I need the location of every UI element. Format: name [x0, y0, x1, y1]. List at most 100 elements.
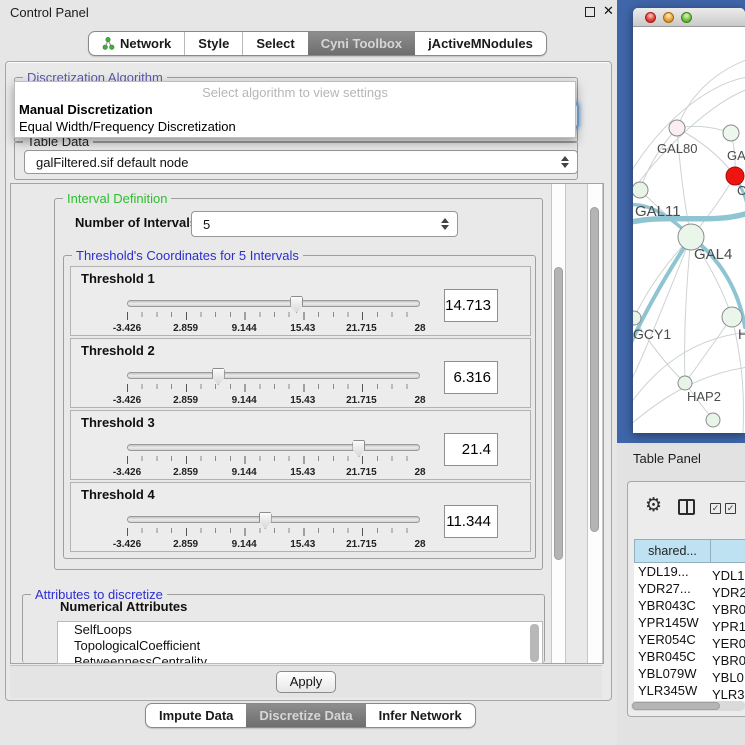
table-data-group: Table Data galFiltered.sif default node [14, 141, 578, 180]
dropdown-option-manual[interactable]: Manual Discretization [15, 101, 575, 118]
threshold-slider[interactable]: -3.4262.8599.14415.4321.71528 [127, 297, 420, 337]
slider-ticks [127, 312, 421, 320]
threshold-value-field[interactable]: 11.344 [444, 505, 498, 538]
threshold-value-field[interactable]: 14.713 [444, 289, 498, 322]
tab-style[interactable]: Style [184, 32, 242, 55]
dropdown-option-equal-width[interactable]: Equal Width/Frequency Discretization [15, 118, 575, 135]
table-row[interactable]: YLR345WYLR3 [634, 682, 745, 699]
slider-track[interactable] [127, 444, 420, 451]
threshold-slider[interactable]: -3.4262.8599.14415.4321.71528 [127, 441, 420, 481]
tab-label: Infer Network [379, 708, 462, 723]
node-label-partial-c: C [737, 183, 745, 198]
tab-cyni-toolbox[interactable]: Cyni Toolbox [308, 32, 415, 55]
threshold-slider[interactable]: -3.4262.8599.14415.4321.71528 [127, 513, 420, 553]
settings-scrollpane: Interval Definition Number of Intervals … [10, 183, 604, 664]
inner-scrollbar[interactable] [551, 184, 566, 663]
tab-select[interactable]: Select [242, 32, 307, 55]
slider-ticks [127, 528, 421, 536]
table-row[interactable]: YBL079WYBL0 [634, 665, 745, 682]
close-traffic-light-icon[interactable] [645, 12, 656, 23]
slider-track[interactable] [127, 516, 420, 523]
node-label-partial-h: H [738, 326, 745, 342]
node-top-right[interactable] [723, 125, 739, 141]
horizontal-scrollbar-thumb[interactable] [632, 702, 720, 710]
tab-impute-data[interactable]: Impute Data [146, 704, 246, 727]
thresholds-group: Threshold's Coordinates for 5 Intervals … [63, 255, 536, 559]
node-gal80[interactable] [669, 120, 685, 136]
node-right[interactable] [722, 307, 742, 327]
threshold-value-field[interactable]: 21.4 [444, 433, 498, 466]
numerical-attributes-list: SelfLoops TopologicalCoefficient Between… [57, 621, 543, 664]
threshold-label: Threshold 4 [81, 487, 155, 502]
tab-infer-network[interactable]: Infer Network [366, 704, 475, 727]
tab-jactivemnodules[interactable]: jActiveMNodules [415, 32, 546, 55]
table-row[interactable]: YDL19...YDL1 [634, 563, 745, 580]
dropdown-placeholder: Select algorithm to view settings [15, 82, 575, 101]
node-label-gal11: GAL11 [635, 203, 681, 220]
horizontal-scrollbar[interactable] [631, 701, 745, 711]
node-label-gal80: GAL80 [657, 141, 697, 156]
checkbox-icon[interactable]: ✓ [725, 503, 736, 514]
control-panel-titlebar: Control Panel ✕ [0, 0, 617, 24]
network-icon [102, 37, 115, 50]
node-label-partial-ga: GA [727, 148, 745, 163]
table-row[interactable]: YPR145WYPR1 [634, 614, 745, 631]
threshold-row-1: Threshold 1 -3.4262.8599.14415.4321.7152… [70, 266, 531, 336]
threshold-slider[interactable]: -3.4262.8599.14415.4321.71528 [127, 369, 420, 409]
slider-track[interactable] [127, 372, 420, 379]
list-scrollbar[interactable] [530, 624, 539, 662]
float-window-icon[interactable] [585, 7, 595, 17]
list-item[interactable]: BetweennessCentrality [58, 654, 542, 664]
tab-network[interactable]: Network [89, 32, 184, 55]
node-label-hap2: HAP2 [687, 389, 721, 404]
network-canvas[interactable]: GAL80 GA C GAL11 GAL4 GCY1 H HAP2 [633, 27, 745, 433]
right-region: GAL80 GA C GAL11 GAL4 GCY1 H HAP2 Table … [617, 0, 745, 745]
tab-label: Impute Data [159, 708, 233, 723]
list-item[interactable]: SelfLoops [58, 622, 542, 638]
slider-ticks [127, 384, 421, 392]
close-icon[interactable]: ✕ [603, 3, 614, 19]
outer-scrollbar[interactable] [587, 184, 603, 663]
inner-scrollbar-thumb[interactable] [554, 267, 563, 560]
threshold-label: Threshold 2 [81, 343, 155, 358]
slider-handle[interactable] [212, 368, 225, 385]
slider-handle[interactable] [352, 440, 365, 457]
column-header-name[interactable]: n [710, 539, 745, 563]
gear-icon[interactable]: ⚙ [645, 494, 662, 517]
tab-discretize-data[interactable]: Discretize Data [246, 704, 365, 727]
table-row[interactable]: YBR043CYBR0 [634, 597, 745, 614]
threshold-label: Threshold 1 [81, 271, 155, 286]
table-row[interactable]: YDR27...YDR2 [634, 580, 745, 597]
table-panel: ⚙ ✓ ✓ shared... n YDL19...YDL1 YDR27...Y… [627, 481, 745, 717]
slider-handle[interactable] [290, 296, 303, 313]
zoom-traffic-light-icon[interactable] [681, 12, 692, 23]
outer-scrollbar-thumb[interactable] [590, 207, 599, 532]
node-gal11[interactable] [633, 182, 648, 198]
apply-button[interactable]: Apply [276, 671, 336, 693]
tab-label: Style [198, 36, 229, 51]
checkbox-icon[interactable]: ✓ [710, 503, 721, 514]
node-hap2[interactable] [678, 376, 692, 390]
slider-handle[interactable] [259, 512, 272, 529]
node-bottom[interactable] [706, 413, 720, 427]
table-panel-title: Table Panel [633, 451, 701, 466]
top-tabstrip: Network Style Select Cyni Toolbox jActiv… [88, 31, 547, 56]
minimize-traffic-light-icon[interactable] [663, 12, 674, 23]
table-row[interactable]: YBR045CYBR0 [634, 648, 745, 665]
slider-ticks [127, 456, 421, 464]
list-item[interactable]: TopologicalCoefficient [58, 638, 542, 654]
threshold-row-4: Threshold 4 -3.4262.8599.14415.4321.7152… [70, 482, 531, 552]
network-window-titlebar [633, 8, 745, 27]
column-header-shared-name[interactable]: shared... [634, 539, 711, 563]
split-columns-icon[interactable] [678, 499, 695, 515]
slider-track[interactable] [127, 300, 420, 307]
bottom-tabstrip: Impute Data Discretize Data Infer Networ… [145, 703, 476, 728]
apply-strip: Apply [10, 665, 602, 698]
threshold-value-field[interactable]: 6.316 [444, 361, 498, 394]
table-data-combobox[interactable]: galFiltered.sif default node [24, 150, 578, 174]
num-intervals-value: 5 [203, 217, 210, 232]
table-row[interactable]: YER054CYER0 [634, 631, 745, 648]
num-intervals-combobox[interactable]: 5 [191, 211, 458, 237]
interval-definition-group: Interval Definition Number of Intervals … [54, 198, 543, 570]
algorithm-dropdown-popup: Select algorithm to view settings Manual… [14, 81, 576, 138]
